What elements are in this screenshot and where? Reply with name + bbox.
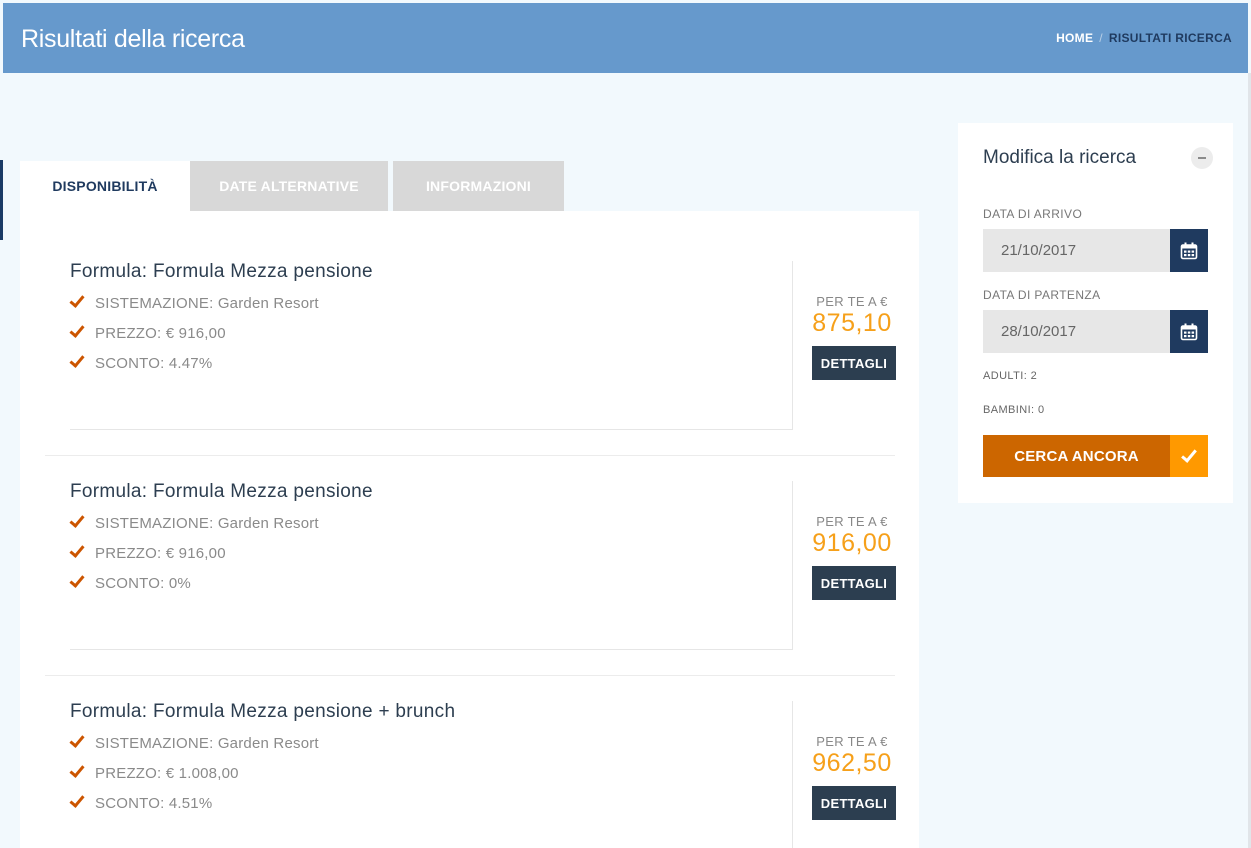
check-icon	[70, 573, 82, 589]
feature-sistemazione: SISTEMAZIONE: Garden Resort	[70, 293, 319, 313]
breadcrumb-home-link[interactable]: HOME	[1056, 31, 1093, 45]
tab-informazioni[interactable]: INFORMAZIONI	[393, 161, 564, 211]
tab-disponibilita[interactable]: DISPONIBILITÀ	[20, 161, 190, 211]
header-bar: Risultati della ricerca HOME / RISULTATI R…	[3, 3, 1248, 73]
price-label: PER TE A €	[816, 734, 888, 749]
price-box: PER TE A € 916,00	[802, 514, 902, 558]
feature-sconto: SCONTO: 4.47%	[70, 353, 212, 373]
result-card: Formula: Formula Mezza pensione SISTEMAZ…	[20, 211, 919, 431]
feature-text: SISTEMAZIONE: Garden Resort	[95, 514, 319, 532]
feature-sistemazione: SISTEMAZIONE: Garden Resort	[70, 513, 319, 533]
departure-date-input[interactable]	[983, 310, 1171, 353]
feature-text: SCONTO: 4.47%	[95, 354, 213, 372]
children-count: BAMBINI: 0	[983, 404, 1045, 416]
arrival-calendar-button[interactable]	[1170, 229, 1208, 272]
feature-text: SISTEMAZIONE: Garden Resort	[95, 734, 319, 752]
result-title: Formula: Formula Mezza pensione	[70, 481, 373, 502]
check-icon	[70, 543, 82, 559]
result-info: Formula: Formula Mezza pensione + brunch…	[70, 701, 793, 848]
breadcrumb-current: RISULTATI RICERCA	[1108, 31, 1232, 45]
feature-sconto: SCONTO: 0%	[70, 573, 191, 593]
feature-sistemazione: SISTEMAZIONE: Garden Resort	[70, 733, 319, 753]
feature-text: SCONTO: 0%	[95, 574, 191, 592]
check-icon	[70, 763, 82, 779]
result-card: Formula: Formula Mezza pensione SISTEMAZ…	[20, 431, 919, 651]
breadcrumb-separator: /	[1099, 31, 1103, 45]
feature-text: PREZZO: € 916,00	[95, 324, 226, 342]
price-box: PER TE A € 962,50	[802, 734, 902, 778]
check-icon	[70, 353, 82, 369]
result-card: Formula: Formula Mezza pensione + brunch…	[20, 651, 919, 848]
price-value: 916,00	[812, 529, 892, 557]
check-icon	[1170, 435, 1208, 477]
adults-count: ADULTI: 2	[983, 370, 1038, 382]
minus-icon[interactable]	[1191, 147, 1213, 169]
search-again-label: CERCA ANCORA	[983, 435, 1170, 477]
departure-calendar-button[interactable]	[1170, 310, 1208, 353]
modify-search-panel: Modifica la ricerca DATA DI ARRIVO DATA …	[958, 123, 1233, 503]
result-title: Formula: Formula Mezza pensione	[70, 261, 373, 282]
search-again-button[interactable]: CERCA ANCORA	[983, 435, 1208, 477]
result-info: Formula: Formula Mezza pensione SISTEMAZ…	[70, 261, 793, 430]
price-value: 962,50	[812, 749, 892, 777]
calendar-icon	[1180, 323, 1198, 340]
feature-text: PREZZO: € 916,00	[95, 544, 226, 562]
details-button[interactable]: DETTAGLI	[812, 346, 896, 380]
tab-date-alternative[interactable]: DATE ALTERNATIVE	[190, 161, 388, 211]
check-icon	[70, 293, 82, 309]
price-value: 875,10	[812, 309, 892, 337]
sidebar-title: Modifica la ricerca	[983, 147, 1137, 168]
breadcrumb: HOME / RISULTATI RICERCA	[1056, 31, 1232, 45]
check-icon	[70, 793, 82, 809]
feature-text: SISTEMAZIONE: Garden Resort	[95, 294, 319, 312]
arrival-date-input[interactable]	[983, 229, 1171, 272]
check-icon	[70, 323, 82, 339]
arrival-date-label: DATA DI ARRIVO	[983, 207, 1083, 221]
feature-sconto: SCONTO: 4.51%	[70, 793, 212, 813]
feature-prezzo: PREZZO: € 916,00	[70, 543, 226, 563]
feature-prezzo: PREZZO: € 1.008,00	[70, 763, 239, 783]
left-edge-bar	[0, 160, 3, 240]
calendar-icon	[1180, 242, 1198, 259]
price-label: PER TE A €	[816, 294, 888, 309]
feature-text: PREZZO: € 1.008,00	[95, 764, 239, 782]
result-info: Formula: Formula Mezza pensione SISTEMAZ…	[70, 481, 793, 650]
check-icon	[70, 733, 82, 749]
feature-prezzo: PREZZO: € 916,00	[70, 323, 226, 343]
feature-text: SCONTO: 4.51%	[95, 794, 213, 812]
price-box: PER TE A € 875,10	[802, 294, 902, 338]
check-icon	[70, 513, 82, 529]
departure-date-label: DATA DI PARTENZA	[983, 288, 1101, 302]
result-title: Formula: Formula Mezza pensione + brunch	[70, 701, 456, 722]
details-button[interactable]: DETTAGLI	[812, 566, 896, 600]
details-button[interactable]: DETTAGLI	[812, 786, 896, 820]
page-title: Risultati della ricerca	[21, 25, 245, 53]
price-label: PER TE A €	[816, 514, 888, 529]
results-panel: Formula: Formula Mezza pensione SISTEMAZ…	[20, 211, 919, 848]
